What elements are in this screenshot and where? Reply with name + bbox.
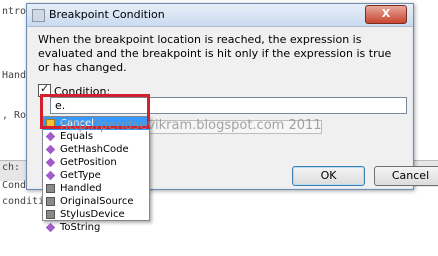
code-fragment: , Ro [2,110,27,121]
method-icon [45,131,56,142]
list-item[interactable]: Handled [43,182,149,195]
cancel-button[interactable]: Cancel [374,166,438,186]
list-item-label: GetType [60,170,101,181]
list-item-label: OriginalSource [60,196,134,207]
list-item[interactable]: GetType [43,169,149,182]
method-icon [45,144,56,155]
dialog-title: Breakpoint Condition [49,8,165,21]
dialog-description: When the breakpoint location is reached,… [38,33,392,74]
close-button[interactable]: X [365,5,407,24]
code-fragment: ch: [2,162,21,173]
method-icon [45,222,56,233]
list-item[interactable]: StylusDevice [43,208,149,221]
ok-button[interactable]: OK [292,166,365,186]
list-item-label: GetHashCode [60,144,129,155]
code-fragment: Hand [2,70,27,81]
list-item-label: ToString [60,222,101,233]
method-icon [45,170,56,181]
code-fragment: ntro [2,6,27,17]
method-icon [45,157,56,168]
list-item-label: Handled [60,183,102,194]
property-icon [46,197,55,206]
list-item[interactable]: GetPosition [43,156,149,169]
list-item[interactable]: ToString [43,221,149,234]
property-icon [46,184,55,193]
list-item[interactable]: GetHashCode [43,143,149,156]
watermark-text: http://pendsevikram.blogspot.com 2011 [60,118,322,133]
title-bar: Breakpoint Condition X [27,4,413,27]
list-item-label: GetPosition [60,157,117,168]
code-fragment: conditi [2,196,45,207]
list-item[interactable]: OriginalSource [43,195,149,208]
property-icon [46,210,55,219]
list-item-label: StylusDevice [60,209,125,220]
window-icon [32,9,45,22]
